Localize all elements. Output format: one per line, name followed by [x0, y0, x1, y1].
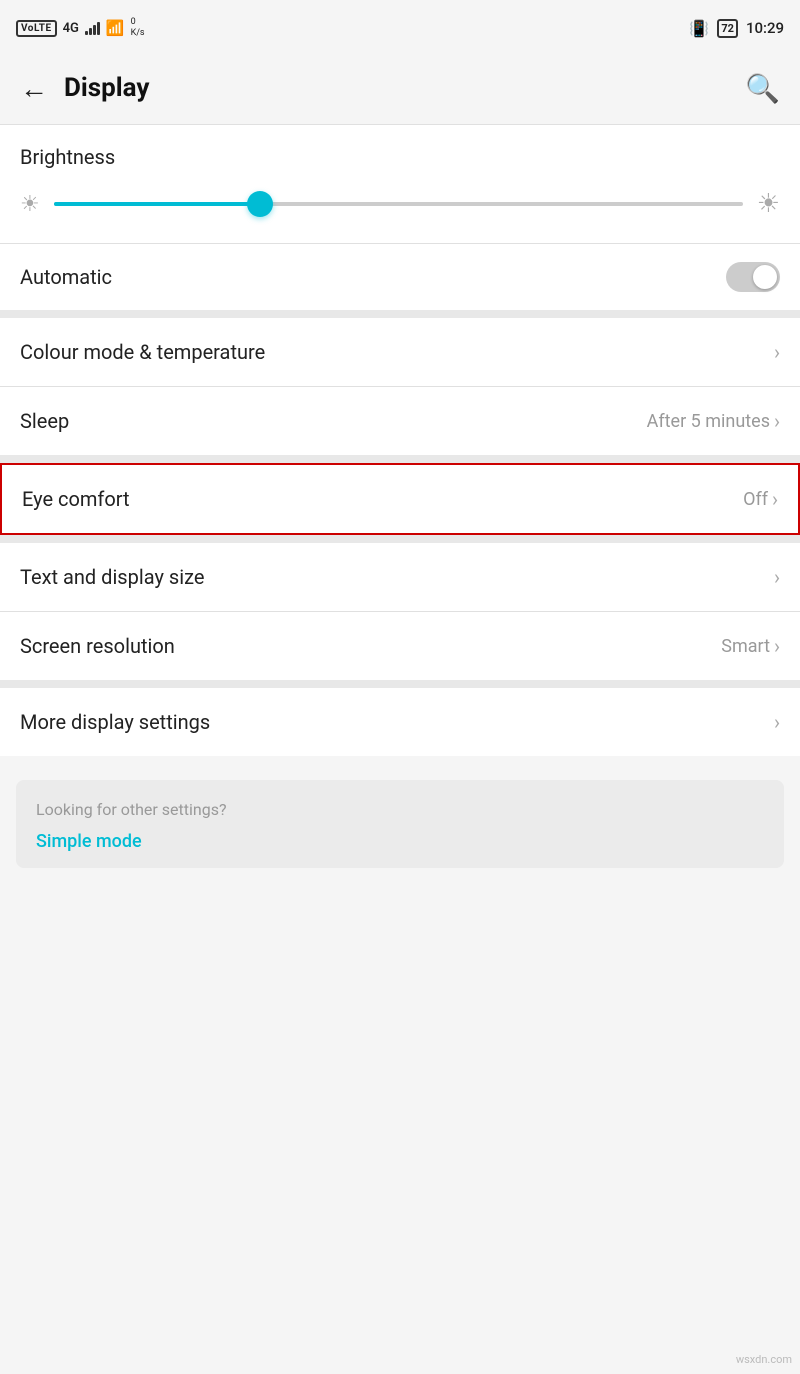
- more-display-settings-label: More display settings: [20, 710, 210, 734]
- more-settings-section: More display settings ›: [0, 688, 800, 756]
- data-unit: K/s: [131, 28, 145, 39]
- header-left: ← Display: [20, 72, 149, 105]
- section-divider-2: [0, 455, 800, 463]
- brightness-slider-row: ☀ ☀: [20, 189, 780, 219]
- list-section: Colour mode & temperature › Sleep After …: [0, 318, 800, 455]
- sleep-item[interactable]: Sleep After 5 minutes ›: [0, 387, 800, 455]
- watermark: wsxdn.com: [736, 1353, 792, 1366]
- eye-comfort-value: Off: [743, 489, 768, 510]
- slider-thumb[interactable]: [247, 191, 273, 217]
- data-up: 0: [131, 17, 145, 28]
- bottom-card: Looking for other settings? Simple mode: [16, 780, 784, 868]
- chevron-icon: ›: [774, 710, 780, 734]
- status-left: VoLTE 4G 📶 0 K/s: [16, 17, 145, 39]
- back-button[interactable]: ←: [20, 72, 48, 105]
- colour-mode-right: ›: [774, 340, 780, 364]
- screen-resolution-label: Screen resolution: [20, 634, 175, 658]
- eye-comfort-right: Off ›: [743, 487, 778, 511]
- battery-container: 72: [717, 19, 738, 38]
- signal-bar-2: [89, 28, 92, 35]
- brightness-label: Brightness: [20, 145, 780, 169]
- volte-badge: VoLTE: [16, 20, 57, 37]
- signal-bars: [85, 21, 100, 35]
- battery-icon: 72: [717, 19, 738, 38]
- text-display-size-right: ›: [774, 565, 780, 589]
- screen-resolution-value: Smart: [721, 636, 770, 657]
- chevron-icon: ›: [774, 340, 780, 364]
- section-divider-3: [0, 535, 800, 543]
- sleep-label: Sleep: [20, 409, 69, 433]
- chevron-icon: ›: [774, 409, 780, 433]
- brightness-slider[interactable]: [54, 202, 743, 206]
- automatic-label: Automatic: [20, 265, 112, 289]
- eye-comfort-item[interactable]: Eye comfort Off ›: [0, 463, 800, 535]
- colour-mode-label: Colour mode & temperature: [20, 340, 265, 364]
- header: ← Display 🔍: [0, 52, 800, 124]
- text-display-size-label: Text and display size: [20, 565, 204, 589]
- chevron-icon: ›: [772, 487, 778, 511]
- sleep-value: After 5 minutes: [647, 411, 770, 432]
- slider-fill: [54, 202, 261, 206]
- bottom-card-title: Looking for other settings?: [36, 800, 764, 819]
- text-display-size-item[interactable]: Text and display size ›: [0, 543, 800, 611]
- section-divider-4: [0, 680, 800, 688]
- screen-resolution-right: Smart ›: [721, 634, 780, 658]
- signal-bar-1: [85, 31, 88, 35]
- eye-comfort-label: Eye comfort: [22, 487, 130, 511]
- more-display-settings-right: ›: [774, 710, 780, 734]
- search-button[interactable]: 🔍: [745, 72, 780, 105]
- automatic-row[interactable]: Automatic: [0, 244, 800, 310]
- list-section-2: Text and display size › Screen resolutio…: [0, 543, 800, 680]
- chevron-icon: ›: [774, 634, 780, 658]
- data-speed: 0 K/s: [131, 17, 145, 39]
- status-bar: VoLTE 4G 📶 0 K/s 📳 72 10:29: [0, 0, 800, 52]
- toggle-thumb: [753, 265, 777, 289]
- status-right: 📳 72 10:29: [689, 19, 784, 38]
- time: 10:29: [746, 19, 784, 37]
- vibrate-icon: 📳: [689, 19, 709, 38]
- brightness-section: Brightness ☀ ☀: [0, 125, 800, 243]
- colour-mode-item[interactable]: Colour mode & temperature ›: [0, 318, 800, 386]
- network-type: 4G: [63, 21, 79, 36]
- page-title: Display: [64, 73, 149, 103]
- sleep-right: After 5 minutes ›: [647, 409, 780, 433]
- sun-large-icon: ☀: [757, 189, 780, 219]
- chevron-icon: ›: [774, 565, 780, 589]
- signal-bar-3: [93, 25, 96, 35]
- section-divider-1: [0, 310, 800, 318]
- simple-mode-link[interactable]: Simple mode: [36, 831, 142, 852]
- automatic-toggle[interactable]: [726, 262, 780, 292]
- more-display-settings-item[interactable]: More display settings ›: [0, 688, 800, 756]
- sun-small-icon: ☀: [20, 192, 40, 217]
- screen-resolution-item[interactable]: Screen resolution Smart ›: [0, 612, 800, 680]
- signal-bar-4: [97, 22, 100, 35]
- wifi-icon: 📶: [106, 19, 125, 37]
